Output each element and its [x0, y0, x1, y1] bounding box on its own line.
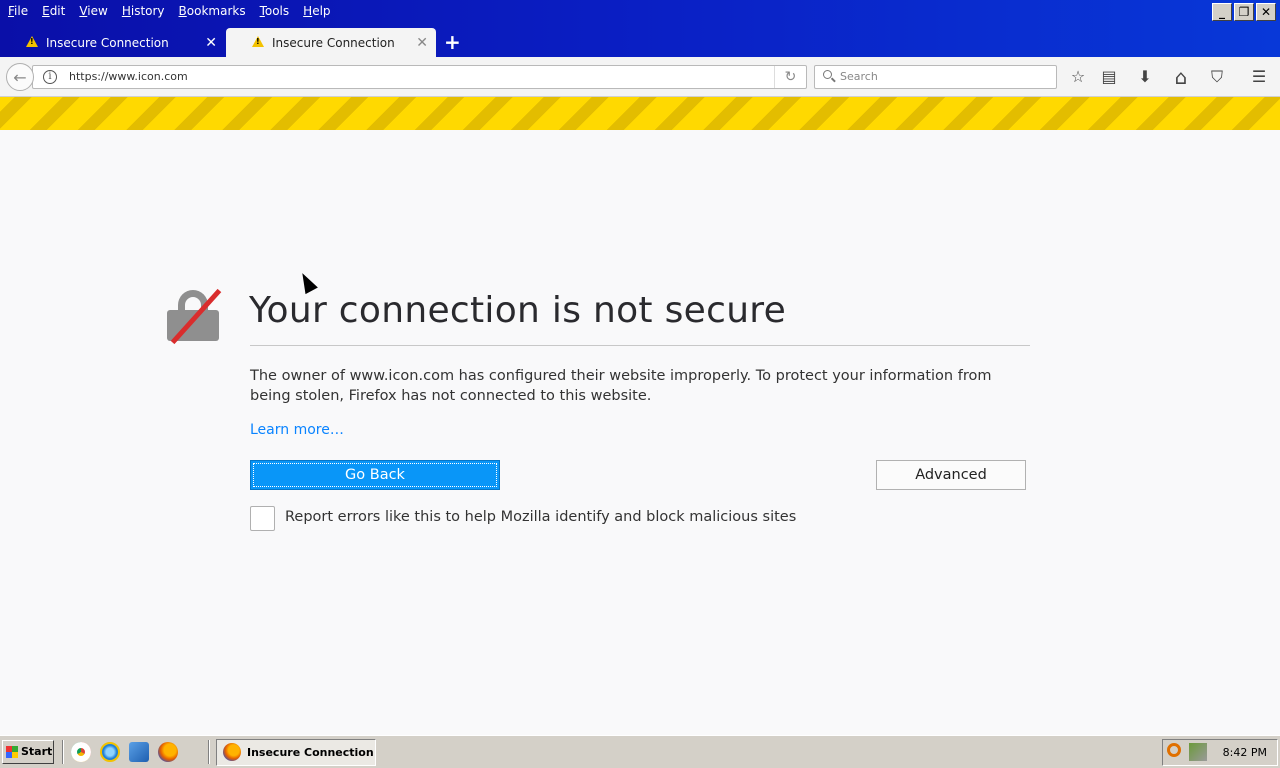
search-placeholder: Search: [840, 70, 878, 83]
star-icon[interactable]: ☆: [1068, 67, 1088, 87]
menu-bar: File Edit View History Bookmarks Tools H…: [0, 0, 345, 22]
system-tray: 8:42 PM: [1162, 739, 1278, 766]
warning-icon: [26, 36, 38, 47]
navigation-toolbar: i https://www.icon.com ↻ ← Search ☆ ▤ ⬇ …: [0, 57, 1280, 97]
clock: 8:42 PM: [1222, 746, 1267, 759]
ie-icon[interactable]: [100, 742, 120, 762]
windows-flag-icon: [6, 746, 18, 758]
new-tab-button[interactable]: +: [444, 32, 461, 52]
reload-icon[interactable]: ↻: [774, 66, 806, 88]
taskbar-separator: [62, 740, 64, 764]
download-icon[interactable]: ⬇: [1135, 67, 1155, 87]
menu-tools[interactable]: Tools: [260, 4, 290, 18]
tab-insecure-connection-1[interactable]: Insecure Connection ✕: [0, 28, 225, 57]
tab-insecure-connection-2[interactable]: Insecure Connection ✕: [226, 28, 436, 57]
taskbar-separator: [208, 740, 210, 764]
broken-lock-icon: [167, 288, 222, 345]
divider: [250, 345, 1030, 346]
menu-bookmarks[interactable]: Bookmarks: [179, 4, 246, 18]
error-description: The owner of www.icon.com has configured…: [250, 368, 992, 404]
pocket-icon[interactable]: ⛉: [1207, 67, 1227, 87]
close-window-button[interactable]: ✕: [1256, 3, 1276, 21]
restore-button[interactable]: ❐: [1234, 3, 1254, 21]
tab-close-icon[interactable]: ✕: [416, 35, 428, 51]
chrome-icon[interactable]: [71, 742, 91, 762]
reading-list-icon[interactable]: ▤: [1099, 67, 1119, 87]
start-button[interactable]: Start: [2, 740, 54, 764]
tab-label: Insecure Connection: [272, 35, 395, 50]
url-text[interactable]: https://www.icon.com: [69, 70, 188, 83]
go-back-button[interactable]: Go Back: [250, 460, 500, 490]
search-input[interactable]: Search: [814, 65, 1057, 89]
taskbar-item-firefox[interactable]: Insecure Connection: [216, 739, 376, 766]
menu-view[interactable]: View: [79, 4, 107, 18]
magnifier-icon[interactable]: [1167, 743, 1181, 757]
taskbar: Start Insecure Connection 8:42 PM: [0, 735, 1280, 768]
advanced-button[interactable]: Advanced: [876, 460, 1026, 490]
menu-history[interactable]: History: [122, 4, 165, 18]
tab-strip: Insecure Connection ✕ Insecure Connectio…: [0, 28, 1280, 57]
report-errors-label[interactable]: Report errors like this to help Mozilla …: [285, 509, 796, 525]
search-icon: [823, 70, 832, 79]
home-icon[interactable]: ⌂: [1171, 67, 1191, 87]
menu-file[interactable]: File: [8, 4, 28, 18]
site-info-icon[interactable]: i: [43, 70, 57, 84]
outlook-icon[interactable]: [129, 742, 149, 762]
window-titlebar: File Edit View History Bookmarks Tools H…: [0, 0, 1280, 57]
tab-label: Insecure Connection: [46, 35, 169, 50]
network-icon[interactable]: [1189, 743, 1207, 761]
start-label: Start: [21, 745, 53, 758]
error-page: Your connection is not secure The owner …: [0, 130, 1280, 735]
learn-more-link[interactable]: Learn more…: [250, 422, 344, 438]
report-errors-checkbox[interactable]: [250, 506, 275, 531]
window-controls: _ ❐ ✕: [1212, 3, 1276, 21]
back-button[interactable]: ←: [6, 63, 34, 91]
taskbar-item-label: Insecure Connection: [247, 746, 374, 759]
warning-stripe: [0, 97, 1280, 130]
page-title: Your connection is not secure: [249, 290, 787, 331]
firefox-icon[interactable]: [158, 742, 178, 762]
firefox-icon: [223, 743, 241, 761]
menu-edit[interactable]: Edit: [42, 4, 65, 18]
url-bar[interactable]: i https://www.icon.com ↻: [32, 65, 807, 89]
hamburger-menu-icon[interactable]: ☰: [1249, 67, 1269, 87]
tab-close-icon[interactable]: ✕: [205, 35, 217, 51]
minimize-button[interactable]: _: [1212, 3, 1232, 21]
menu-help[interactable]: Help: [303, 4, 330, 18]
warning-icon: [252, 36, 264, 47]
